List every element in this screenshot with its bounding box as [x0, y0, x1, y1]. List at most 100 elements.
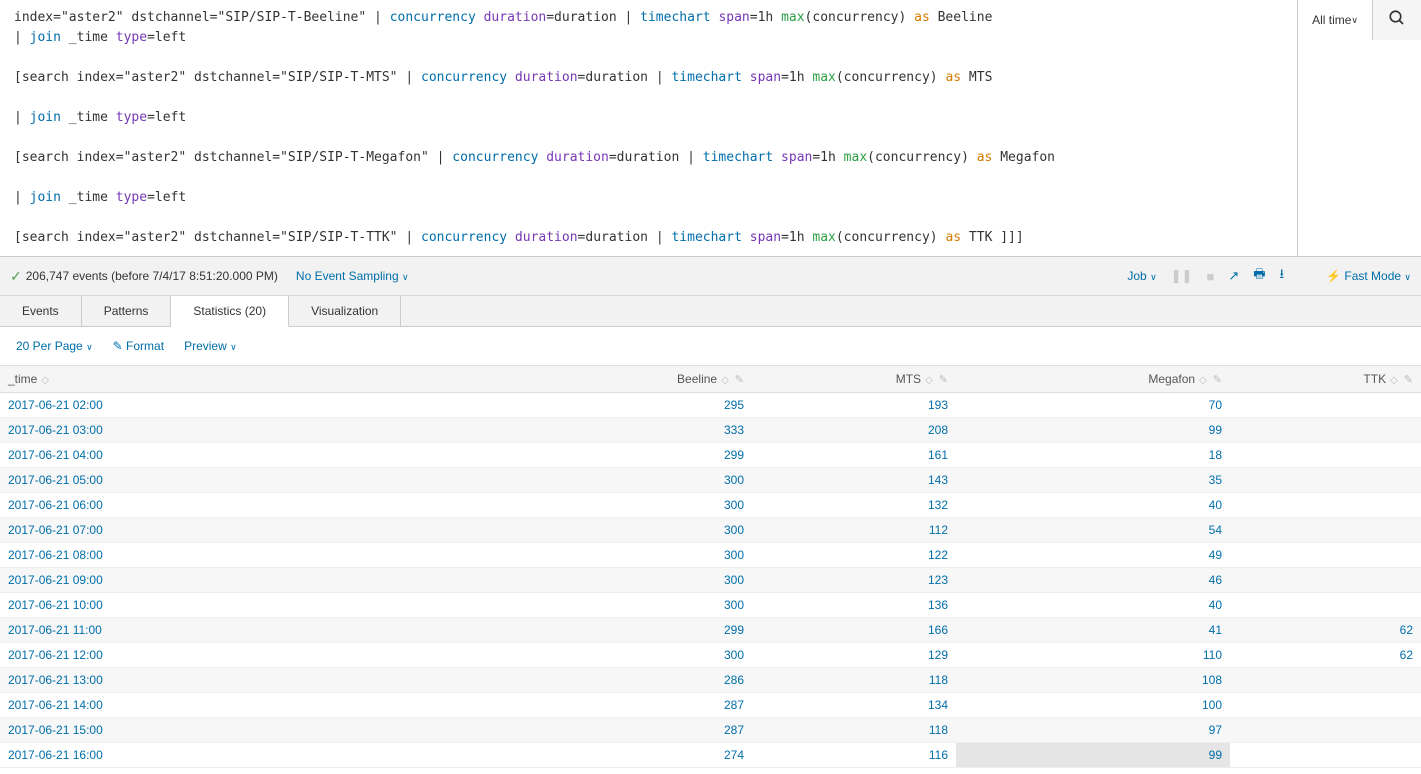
cell-time[interactable]: 2017-06-21 06:00 — [0, 493, 508, 518]
cell-beeline[interactable]: 300 — [508, 468, 752, 493]
cell-beeline[interactable]: 300 — [508, 593, 752, 618]
cell-mts[interactable]: 123 — [752, 568, 956, 593]
cell-megafon[interactable]: 46 — [956, 568, 1230, 593]
cell-mts[interactable]: 134 — [752, 693, 956, 718]
column-header-ttk[interactable]: TTK◇✎ — [1230, 366, 1421, 393]
search-button[interactable] — [1373, 0, 1421, 40]
edit-icon: ✎ — [939, 374, 948, 386]
cell-beeline[interactable]: 300 — [508, 643, 752, 668]
cell-ttk[interactable] — [1230, 393, 1421, 418]
tab-visualization[interactable]: Visualization — [289, 296, 401, 326]
cell-ttk[interactable] — [1230, 543, 1421, 568]
time-range-picker[interactable]: All time ∨ — [1298, 0, 1373, 40]
cell-ttk[interactable] — [1230, 518, 1421, 543]
cell-mts[interactable]: 129 — [752, 643, 956, 668]
cell-ttk[interactable] — [1230, 593, 1421, 618]
cell-megafon[interactable]: 41 — [956, 618, 1230, 643]
cell-mts[interactable]: 143 — [752, 468, 956, 493]
column-header-mts[interactable]: MTS◇✎ — [752, 366, 956, 393]
cell-beeline[interactable]: 300 — [508, 568, 752, 593]
cell-mts[interactable]: 208 — [752, 418, 956, 443]
per-page-dropdown[interactable]: 20 Per Page ∨ — [16, 339, 93, 353]
cell-megafon[interactable]: 70 — [956, 393, 1230, 418]
cell-beeline[interactable]: 300 — [508, 543, 752, 568]
cell-ttk[interactable] — [1230, 693, 1421, 718]
cell-ttk[interactable] — [1230, 718, 1421, 743]
cell-ttk[interactable]: 62 — [1230, 643, 1421, 668]
search-query-editor[interactable]: index="aster2" dstchannel="SIP/SIP-T-Bee… — [0, 0, 1297, 256]
cell-ttk[interactable] — [1230, 568, 1421, 593]
tab-statistics[interactable]: Statistics (20) — [171, 296, 289, 327]
cell-beeline[interactable]: 333 — [508, 418, 752, 443]
cell-time[interactable]: 2017-06-21 04:00 — [0, 443, 508, 468]
cell-megafon[interactable]: 49 — [956, 543, 1230, 568]
cell-mts[interactable]: 136 — [752, 593, 956, 618]
cell-time[interactable]: 2017-06-21 07:00 — [0, 518, 508, 543]
column-header-megafon[interactable]: Megafon◇✎ — [956, 366, 1230, 393]
cell-time[interactable]: 2017-06-21 15:00 — [0, 718, 508, 743]
cell-mts[interactable]: 116 — [752, 743, 956, 768]
download-icon[interactable]: ⭳ — [1280, 265, 1285, 287]
cell-time[interactable]: 2017-06-21 14:00 — [0, 693, 508, 718]
cell-ttk[interactable]: 62 — [1230, 618, 1421, 643]
column-header-time[interactable]: _time◇ — [0, 366, 508, 393]
cell-mts[interactable]: 122 — [752, 543, 956, 568]
cell-megafon[interactable]: 40 — [956, 593, 1230, 618]
cell-ttk[interactable] — [1230, 668, 1421, 693]
cell-mts[interactable]: 166 — [752, 618, 956, 643]
cell-time[interactable]: 2017-06-21 12:00 — [0, 643, 508, 668]
cell-beeline[interactable]: 299 — [508, 618, 752, 643]
tab-patterns[interactable]: Patterns — [82, 296, 172, 326]
cell-mts[interactable]: 161 — [752, 443, 956, 468]
cell-megafon[interactable]: 110 — [956, 643, 1230, 668]
cell-megafon[interactable]: 54 — [956, 518, 1230, 543]
cell-megafon[interactable]: 40 — [956, 493, 1230, 518]
event-sampling-dropdown[interactable]: No Event Sampling ∨ — [296, 269, 409, 283]
cell-megafon[interactable]: 99 — [956, 418, 1230, 443]
cell-time[interactable]: 2017-06-21 10:00 — [0, 593, 508, 618]
cell-mts[interactable]: 193 — [752, 393, 956, 418]
cell-megafon[interactable]: 97 — [956, 718, 1230, 743]
cell-time[interactable]: 2017-06-21 13:00 — [0, 668, 508, 693]
cell-mts[interactable]: 118 — [752, 668, 956, 693]
cell-megafon[interactable]: 99 — [956, 743, 1230, 768]
cell-beeline[interactable]: 295 — [508, 393, 752, 418]
cell-ttk[interactable] — [1230, 443, 1421, 468]
cell-mts[interactable]: 132 — [752, 493, 956, 518]
format-dropdown[interactable]: ✎ Format — [113, 339, 164, 353]
cell-beeline[interactable]: 287 — [508, 718, 752, 743]
column-header-beeline[interactable]: Beeline◇✎ — [508, 366, 752, 393]
cell-ttk[interactable] — [1230, 418, 1421, 443]
cell-megafon[interactable]: 18 — [956, 443, 1230, 468]
cell-beeline[interactable]: 287 — [508, 693, 752, 718]
cell-mts[interactable]: 112 — [752, 518, 956, 543]
cell-time[interactable]: 2017-06-21 03:00 — [0, 418, 508, 443]
cell-beeline[interactable]: 300 — [508, 493, 752, 518]
share-icon[interactable]: ↗ — [1228, 268, 1239, 284]
tab-events[interactable]: Events — [0, 296, 82, 326]
cell-megafon[interactable]: 35 — [956, 468, 1230, 493]
cell-time[interactable]: 2017-06-21 02:00 — [0, 393, 508, 418]
stop-icon[interactable]: ■ — [1206, 269, 1214, 284]
pause-icon[interactable]: ❚❚ — [1171, 268, 1193, 284]
cell-beeline[interactable]: 299 — [508, 443, 752, 468]
preview-dropdown[interactable]: Preview ∨ — [184, 339, 237, 353]
cell-time[interactable]: 2017-06-21 05:00 — [0, 468, 508, 493]
job-menu[interactable]: Job ∨ — [1127, 269, 1156, 283]
cell-mts[interactable]: 118 — [752, 718, 956, 743]
cell-ttk[interactable] — [1230, 743, 1421, 768]
chevron-down-icon: ∨ — [1351, 15, 1358, 26]
cell-time[interactable]: 2017-06-21 11:00 — [0, 618, 508, 643]
cell-beeline[interactable]: 300 — [508, 518, 752, 543]
cell-time[interactable]: 2017-06-21 16:00 — [0, 743, 508, 768]
cell-megafon[interactable]: 108 — [956, 668, 1230, 693]
cell-beeline[interactable]: 274 — [508, 743, 752, 768]
cell-ttk[interactable] — [1230, 468, 1421, 493]
print-icon[interactable]: 🖶 — [1253, 265, 1265, 287]
cell-ttk[interactable] — [1230, 493, 1421, 518]
search-mode-dropdown[interactable]: ⚡ Fast Mode ∨ — [1326, 269, 1411, 283]
cell-time[interactable]: 2017-06-21 09:00 — [0, 568, 508, 593]
cell-time[interactable]: 2017-06-21 08:00 — [0, 543, 508, 568]
cell-megafon[interactable]: 100 — [956, 693, 1230, 718]
cell-beeline[interactable]: 286 — [508, 668, 752, 693]
